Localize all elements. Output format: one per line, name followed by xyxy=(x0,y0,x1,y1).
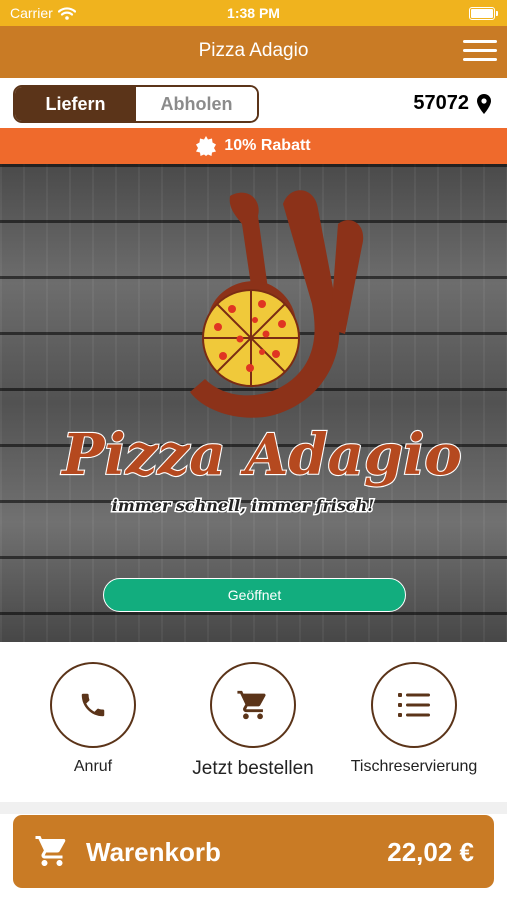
restaurant-logo: Pizza Adagio immer schnell, immer frisch… xyxy=(59,190,463,517)
opening-status-badge[interactable]: Geöffnet xyxy=(103,578,406,612)
order-now-button[interactable]: Jetzt bestellen xyxy=(183,662,323,780)
pizza-icon xyxy=(202,289,300,387)
quick-actions: Anruf Jetzt bestellen Tischreservierung xyxy=(0,642,507,802)
order-mode-toggle: Liefern Abholen xyxy=(13,85,259,123)
cart-total: 22,02 € xyxy=(387,837,474,867)
page-title: Pizza Adagio xyxy=(198,40,309,61)
badge-icon xyxy=(196,136,217,156)
list-icon xyxy=(398,693,430,717)
cart-icon xyxy=(237,690,266,720)
logo-title: Pizza Adagio xyxy=(60,422,461,488)
order-now-label: Jetzt bestellen xyxy=(192,758,314,779)
reservation-label: Tischreservierung xyxy=(350,758,478,775)
reservation-circle xyxy=(371,662,457,748)
postal-code-selector[interactable]: 57072 xyxy=(413,92,491,115)
section-divider xyxy=(0,802,507,814)
order-circle xyxy=(210,662,296,748)
table-reservation-button[interactable]: Tischreservierung xyxy=(344,662,484,776)
call-circle xyxy=(50,662,136,748)
call-button[interactable]: Anruf xyxy=(23,662,163,776)
discount-banner: 10% Rabatt xyxy=(0,128,507,164)
logo-slogan: immer schnell, immer frisch! xyxy=(112,496,375,515)
discount-text: 10% Rabatt xyxy=(224,137,311,154)
battery-icon xyxy=(469,7,498,20)
map-pin-icon xyxy=(477,93,491,114)
pickup-tab[interactable]: Abholen xyxy=(136,87,257,121)
deliver-tab[interactable]: Liefern xyxy=(15,87,136,121)
call-label: Anruf xyxy=(73,758,113,775)
app-header: Pizza Adagio xyxy=(0,26,507,78)
hamburger-menu-icon[interactable] xyxy=(463,38,497,64)
hero-banner: Pizza Adagio immer schnell, immer frisch… xyxy=(0,164,507,642)
phone-icon xyxy=(81,693,105,717)
cart-label: Warenkorb xyxy=(86,837,221,867)
cart-button[interactable]: Warenkorb 22,02 € xyxy=(13,815,494,888)
cart-icon xyxy=(35,836,66,866)
status-time: 1:38 PM xyxy=(227,5,280,21)
order-mode-bar: Liefern Abholen 57072 xyxy=(0,78,507,128)
postal-code: 57072 xyxy=(413,92,469,114)
status-bar: Carrier 1:38 PM xyxy=(0,0,507,26)
